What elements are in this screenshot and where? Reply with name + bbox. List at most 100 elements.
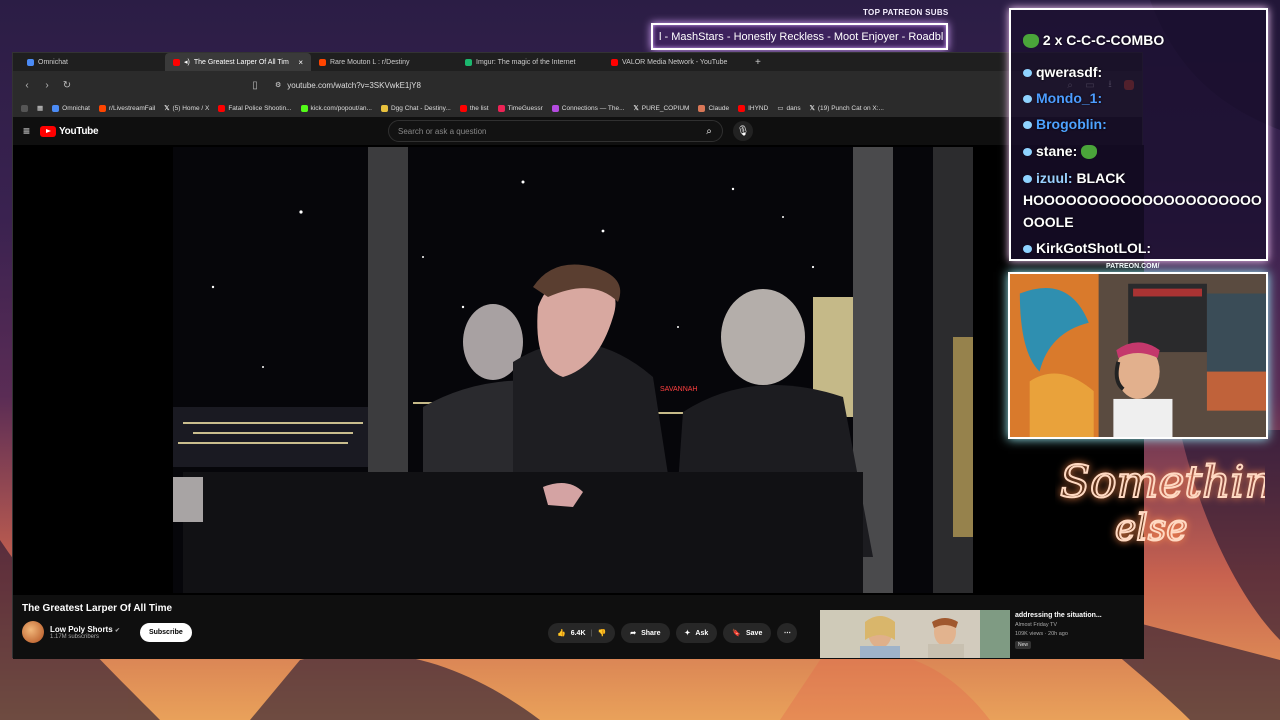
tab-label: Omnichat	[38, 58, 68, 66]
youtube-icon	[611, 58, 618, 66]
search-input[interactable]: Search or ask a question ⌕	[388, 120, 723, 142]
more-button[interactable]: ⋯	[777, 623, 798, 643]
rec-stats: 109K views · 20h ago	[1015, 631, 1068, 637]
new-tab-button[interactable]: +	[749, 57, 767, 68]
tab-label: Imgur: The magic of the Internet	[476, 58, 576, 66]
imgur-icon	[465, 58, 472, 66]
chat-message-text: HOOOOOOOOOOOOOOOOOOOOO	[1023, 192, 1262, 208]
subscribe-button[interactable]: Subscribe	[139, 622, 192, 642]
subscriber-count: 1.17M subscribers	[50, 633, 100, 640]
bookmark-item[interactable]: TimeGuessr	[497, 104, 543, 112]
url-text: youtube.com/watch?v=3SKVwkE1jY8	[287, 80, 421, 90]
chat-bubble-icon	[1023, 69, 1032, 78]
ask-button[interactable]: ✦ Ask	[675, 623, 718, 643]
tab-label: Rare Mouton L : r/Destiny	[330, 58, 410, 66]
forward-icon[interactable]: ›	[41, 80, 53, 91]
menu-icon[interactable]: ≡	[23, 124, 30, 138]
ticker-text: l - MashStars - Honestly Reckless - Moot…	[659, 30, 944, 43]
patreon-url: PATREON.COM/	[1106, 263, 1160, 270]
recommended-video[interactable]: addressing the situation... Almost Frida…	[820, 610, 1140, 658]
youtube-icon	[173, 58, 180, 66]
bookmark-icon[interactable]: ▯	[249, 80, 261, 91]
url-field[interactable]: ⚙ youtube.com/watch?v=3SKVwkE1jY8	[269, 76, 1056, 94]
stream-overlay: TOP PATREON SUBS l - MashStars - Honestl…	[0, 0, 1280, 720]
tab-label: The Greatest Larper Of All Tim	[193, 58, 289, 66]
avatar[interactable]	[22, 621, 44, 643]
site-info-icon[interactable]: ⚙	[275, 81, 281, 89]
neon-sign: Something else	[1059, 456, 1265, 550]
chat-bubble-icon	[1023, 95, 1032, 104]
bookmark-item[interactable]: 𝕏 PURE_COPIUM	[634, 104, 690, 113]
omnichat-icon	[27, 58, 34, 66]
bookmark-item[interactable]: 𝕏 (5) Home / X	[164, 104, 209, 113]
address-bar: ‹ › ↻ ▯ ⚙ youtube.com/watch?v=3SKVwkE1jY…	[13, 71, 1142, 99]
tab-valor[interactable]: VALOR Media Network - YouTube	[603, 53, 749, 71]
audio-icon: ◂)	[184, 59, 190, 66]
tab-label: VALOR Media Network - YouTube	[622, 58, 728, 66]
rec-title: addressing the situation...	[1015, 612, 1102, 619]
chat-message: qwerasdf:	[1023, 64, 1102, 80]
browser-window: Omnichat ◂) The Greatest Larper Of All Ti…	[12, 52, 1144, 659]
bookmark-item[interactable]: IHYND	[738, 104, 768, 112]
bookmark-item[interactable]: Fatal Police Shootin...	[218, 104, 292, 112]
bookmark-item[interactable]: r/LivestreamFail	[98, 104, 155, 112]
tab-youtube-video[interactable]: ◂) The Greatest Larper Of All Tim ×	[165, 53, 311, 71]
channel-row: Low Poly Shorts ✔ 1.17M subscribers Subs…	[22, 621, 192, 643]
bookmark-icon: 🔖	[732, 630, 741, 637]
pepe-emote-icon	[1081, 145, 1098, 160]
chat-message: stane:	[1023, 143, 1098, 160]
bookmarks-bar: ▦ Omnichat r/LivestreamFail 𝕏 (5) Home / …	[13, 99, 1142, 117]
thumbs-down-icon[interactable]: 👎	[597, 629, 606, 637]
video-player[interactable]: SAVANNAH	[13, 145, 1144, 595]
chat-message: Brogoblin:	[1023, 116, 1107, 132]
sparkle-icon: ✦	[684, 630, 691, 637]
video-meta: The Greatest Larper Of All Time Low Poly…	[13, 595, 1144, 659]
patreon-subs-label: TOP PATREON SUBS	[863, 8, 949, 17]
back-icon[interactable]: ‹	[21, 80, 33, 91]
combo-line: 2 x C-C-C-COMBO	[1023, 32, 1164, 49]
like-button[interactable]: 👍 6.4K | 👎	[548, 623, 616, 643]
chat-message: Mondo_1:	[1023, 90, 1102, 106]
bookmark-item[interactable]: Dgg Chat - Destiny...	[380, 104, 451, 112]
reload-icon[interactable]: ↻	[61, 80, 73, 91]
thumbs-up-icon: 👍	[557, 630, 566, 637]
bookmark-item[interactable]: 𝕏 (19) Punch Cat on X:...	[810, 104, 884, 113]
reddit-icon	[319, 58, 326, 66]
chat-bubble-icon	[1023, 175, 1032, 184]
bookmark-item[interactable]: the list	[459, 104, 489, 112]
pepe-emote-icon	[1023, 34, 1039, 49]
chat-message: izuul: BLACK	[1023, 170, 1125, 186]
apps-icon[interactable]	[21, 104, 28, 112]
rec-thumbnail	[820, 610, 1010, 658]
search-icon[interactable]: ⌕	[696, 121, 722, 141]
neon-line-1: Something	[1060, 457, 1265, 508]
chat-message-text: OOOLE	[1023, 214, 1074, 230]
tab-omnichat[interactable]: Omnichat	[19, 53, 165, 71]
chat-bubble-icon	[1023, 245, 1032, 254]
tab-imgur[interactable]: Imgur: The magic of the Internet	[457, 53, 603, 71]
video-actions: 👍 6.4K | 👎 ➦ Share ✦ Ask 🔖 Save ⋯	[548, 623, 798, 643]
youtube-logo[interactable]: YouTube	[40, 125, 99, 137]
bookmark-item[interactable]: Connections — The...	[551, 104, 625, 112]
webcam-feed	[1008, 272, 1268, 439]
mic-icon[interactable]: 🎙	[733, 121, 753, 141]
grid-icon[interactable]: ▦	[37, 104, 43, 112]
video-frame: SAVANNAH	[173, 147, 973, 593]
neon-line-2: else	[1115, 508, 1188, 549]
chat-bubble-icon	[1023, 121, 1032, 130]
bookmark-item[interactable]: kick.com/popout/an...	[300, 104, 372, 112]
save-button[interactable]: 🔖 Save	[723, 623, 772, 643]
channel-name[interactable]: Low Poly Shorts ✔	[50, 625, 120, 634]
youtube-play-icon	[40, 125, 57, 137]
chat-message: KirkGotShotLOL:	[1023, 240, 1151, 256]
scene-sign: SAVANNAH	[660, 386, 697, 393]
share-icon: ➦	[630, 630, 637, 637]
bookmark-item[interactable]: Claude	[698, 104, 729, 112]
close-icon[interactable]: ×	[298, 58, 303, 67]
youtube-header: ≡ YouTube Search or ask a question ⌕ 🎙	[13, 117, 1142, 145]
bookmark-folder[interactable]: ▭ dans	[777, 104, 800, 113]
share-button[interactable]: ➦ Share	[621, 623, 670, 643]
tab-reddit[interactable]: Rare Mouton L : r/Destiny	[311, 53, 457, 71]
bookmark-item[interactable]: Omnichat	[52, 104, 90, 112]
patreon-ticker: l - MashStars - Honestly Reckless - Moot…	[651, 23, 948, 50]
